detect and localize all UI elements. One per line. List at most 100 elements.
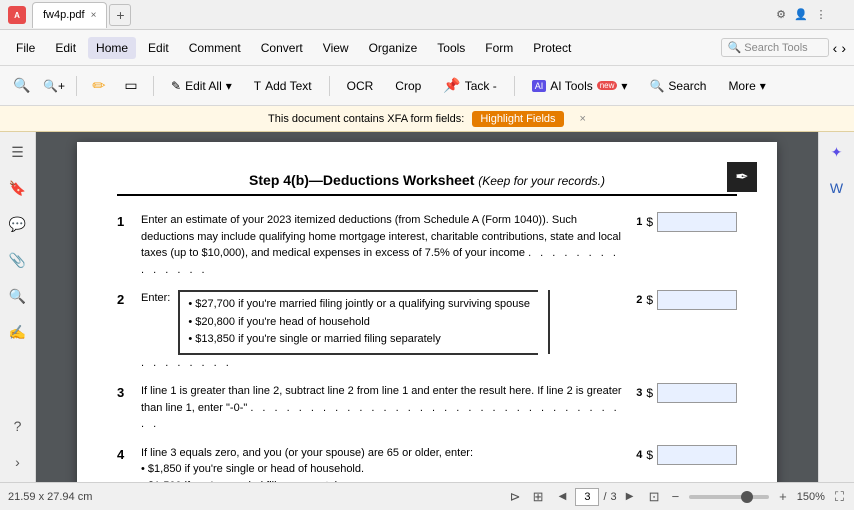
app-icon: A [8, 6, 26, 24]
user-icon[interactable]: 👤 [794, 8, 808, 22]
zoom-out-status-button[interactable]: − [670, 489, 682, 504]
active-tab[interactable]: fw4p.pdf × [32, 2, 107, 28]
page-navigation: ◀ / 3 ▶ [553, 488, 638, 506]
notification-bar: This document contains XFA form fields: … [0, 106, 854, 132]
dimensions-label: 21.59 x 27.94 cm [8, 491, 92, 503]
search-label: Search [668, 79, 706, 93]
ai-tools-label: AI Tools [550, 79, 592, 93]
settings-icon[interactable]: ⚙ [774, 8, 788, 22]
menu-tools[interactable]: Tools [429, 37, 473, 59]
dollar-sign-2: $ [646, 293, 653, 307]
new-tab-button[interactable]: + [109, 4, 131, 26]
pdf-page: Step 4(b)—Deductions Worksheet (Keep for… [77, 142, 777, 482]
more-icon[interactable]: ⋮ [814, 8, 828, 22]
more-button[interactable]: More ▾ [719, 72, 774, 100]
fullscreen-button[interactable]: ⛶ [833, 489, 846, 505]
print-button[interactable]: ⊞ [531, 489, 546, 505]
fit-page-button[interactable]: ⊡ [647, 489, 662, 505]
separator-4 [514, 76, 515, 96]
sidebar-help-icon[interactable]: ? [6, 414, 30, 438]
right-sidebar-ai-icon[interactable]: ✦ [825, 140, 849, 164]
menu-organize[interactable]: Organize [361, 37, 426, 59]
menu-edit[interactable]: Edit [140, 37, 177, 59]
highlight-fields-button[interactable]: Highlight Fields [472, 111, 563, 127]
menu-protect[interactable]: Protect [525, 37, 579, 59]
ocr-button[interactable]: OCR [338, 72, 383, 100]
ocr-label: OCR [347, 79, 374, 93]
highlight-tool-button[interactable]: ✏ [85, 72, 113, 100]
menu-comment[interactable]: Comment [181, 37, 249, 59]
edit-icon: ✎ [171, 79, 181, 93]
more-label: More [728, 79, 755, 93]
row-content-2: Enter: • $27,700 if you're married filin… [141, 290, 628, 371]
notification-close-button[interactable]: × [580, 113, 586, 125]
row-right-2: 2 $ [636, 290, 737, 310]
notification-text: This document contains XFA form fields: [268, 113, 464, 125]
title-bar-left: A fw4p.pdf × + [8, 2, 774, 28]
row-content-3: If line 1 is greater than line 2, subtra… [141, 383, 628, 433]
page-input[interactable] [575, 488, 599, 506]
input-3[interactable] [657, 383, 737, 403]
next-page-button[interactable]: ▶ [621, 488, 639, 506]
zoom-thumb [741, 491, 753, 503]
edit-all-button[interactable]: ✎ Edit All ▾ [162, 72, 241, 100]
menu-convert[interactable]: Convert [253, 37, 311, 59]
sidebar-thumbnail-icon[interactable]: ☰ [6, 140, 30, 164]
prev-page-button[interactable]: ◀ [553, 488, 571, 506]
tack-button[interactable]: 📌 Tack - [434, 72, 505, 100]
menu-view[interactable]: View [315, 37, 357, 59]
separator-3 [329, 76, 330, 96]
first-page-button[interactable]: ⊳ [508, 489, 523, 505]
crop-button[interactable]: Crop [386, 72, 430, 100]
zoom-out-button[interactable]: 🔍 [8, 72, 36, 100]
rectangle-tool-button[interactable]: ▭ [117, 72, 145, 100]
tab-close-button[interactable]: × [91, 10, 97, 21]
status-bar: 21.59 x 27.94 cm ⊳ ⊞ ◀ / 3 ▶ ⊡ − + 150% … [0, 482, 854, 510]
sidebar-attachment-icon[interactable]: 📎 [6, 248, 30, 272]
menu-file[interactable]: File [8, 37, 43, 59]
menu-form[interactable]: Form [477, 37, 521, 59]
row-label-1: 1 [636, 216, 642, 228]
pdf-area[interactable]: Step 4(b)—Deductions Worksheet (Keep for… [36, 132, 818, 482]
table-row: 2 Enter: • $27,700 if you're married fil… [117, 290, 737, 371]
sidebar-bookmark-icon[interactable]: 🔖 [6, 176, 30, 200]
row-right-3: 3 $ [636, 383, 737, 403]
input-1[interactable] [657, 212, 737, 232]
input-4[interactable] [657, 445, 737, 465]
ai-tools-button[interactable]: AI AI Tools new ▾ [523, 72, 637, 100]
bracket-item-3: • $13,850 if you're single or married fi… [188, 331, 530, 349]
ai-badge: AI [532, 80, 547, 92]
row-right-4: 4 $ [636, 445, 737, 465]
separator-2 [153, 76, 154, 96]
zoom-in-status-button[interactable]: + [777, 489, 789, 504]
zoom-slider[interactable] [689, 495, 769, 499]
table-row: 4 If line 3 equals zero, and you (or you… [117, 445, 737, 482]
table-row: 1 Enter an estimate of your 2023 itemize… [117, 212, 737, 278]
edit-all-label: Edit All [185, 79, 222, 93]
sidebar-expand-icon[interactable]: › [6, 450, 30, 474]
right-sidebar-word-icon[interactable]: W [825, 176, 849, 200]
search-toolbar-input[interactable]: 🔍 Search Tools [721, 38, 829, 57]
nav-back-icon[interactable]: ‹ [833, 40, 838, 56]
zoom-in-button[interactable]: 🔍+ [40, 72, 68, 100]
status-right: ⊳ ⊞ ◀ / 3 ▶ ⊡ − + 150% ⛶ [508, 488, 846, 506]
search-area: 🔍 Search Tools ‹ › [721, 38, 847, 57]
nav-forward-icon[interactable]: › [841, 40, 846, 56]
add-text-button[interactable]: T Add Text [245, 72, 321, 100]
sidebar-signature-icon[interactable]: ✍ [6, 320, 30, 344]
menu-home[interactable]: Home [88, 37, 136, 59]
sidebar-search-icon[interactable]: 🔍 [6, 284, 30, 308]
row-number-3: 3 [117, 383, 133, 400]
page-total: 3 [611, 491, 617, 503]
ai-dropdown-icon: ▾ [621, 79, 627, 93]
menu-edit-left[interactable]: Edit [47, 37, 84, 59]
search-button[interactable]: 🔍 Search [640, 72, 715, 100]
title-bar: A fw4p.pdf × + ⚙ 👤 ⋮ [0, 0, 854, 30]
pdf-title-main: Step 4(b)—Deductions Worksheet [249, 172, 474, 188]
sidebar-comment-icon[interactable]: 💬 [6, 212, 30, 236]
row-number-2: 2 [117, 290, 133, 307]
tack-label: Tack - [465, 79, 497, 93]
title-bar-right: ⚙ 👤 ⋮ [774, 8, 846, 22]
main-layout: ☰ 🔖 💬 📎 🔍 ✍ ? › Step 4(b)—Deductions Wor… [0, 132, 854, 482]
input-2[interactable] [657, 290, 737, 310]
